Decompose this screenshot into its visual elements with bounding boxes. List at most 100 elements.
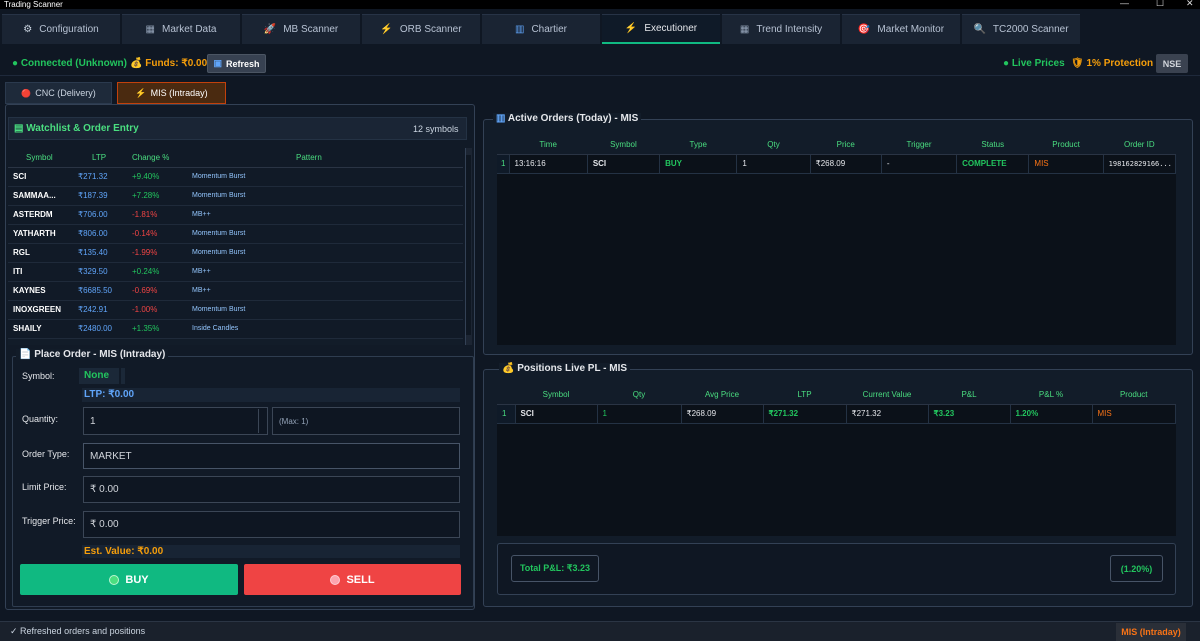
protection-badge: 🛡 1% Protection [1071, 58, 1154, 69]
tab-executioner[interactable]: ⚡ Executioner [602, 14, 720, 44]
tab-market-data[interactable]: ▦ Market Data [122, 14, 240, 44]
mode-badge: MIS (Intraday) [1116, 623, 1186, 641]
column-header[interactable]: Qty [736, 135, 811, 155]
buy-button[interactable]: BUY [20, 564, 238, 595]
trigger-price-input[interactable]: ₹ 0.00 [83, 511, 460, 538]
table-header-row: Time Symbol Type Qty Price Trigger Statu… [497, 135, 1176, 155]
watchlist-symbol: KAYNES [8, 281, 70, 301]
watchlist-row[interactable]: ITI ₹329.50 +0.24% MB++ [8, 262, 463, 282]
column-header[interactable]: Avg Price [681, 385, 763, 405]
column-header[interactable]: Product [1028, 135, 1104, 155]
watchlist-change: -1.81% [120, 205, 176, 225]
watchlist-row[interactable]: RGL ₹135.40 -1.99% Momentum Burst [8, 243, 463, 263]
column-header[interactable]: P&L [928, 385, 1010, 405]
exchange-button[interactable]: NSE [1156, 54, 1188, 73]
bar-chart-icon: ▥ [514, 24, 525, 35]
tab-market-monitor[interactable]: 🎯 Market Monitor [842, 14, 960, 44]
watchlist-overflow [8, 339, 463, 345]
table-row[interactable]: 1 13:16:16 SCI BUY 1 ₹268.09 - COMPLETE … [497, 154, 1177, 174]
column-header[interactable]: LTP [70, 148, 120, 168]
tab-configuration[interactable]: ⚙ Configuration [2, 14, 120, 44]
watchlist-row[interactable]: SAMMAA... ₹187.39 +7.28% Momentum Burst [8, 186, 463, 206]
watchlist-ltp: ₹187.39 [70, 186, 120, 206]
funds-display: 💰 Funds: ₹0.00 [130, 58, 208, 69]
refresh-button[interactable]: ▣ Refresh [207, 54, 266, 73]
buy-label: BUY [125, 573, 149, 586]
trigger-price-label: Trigger Price: [22, 516, 76, 526]
lightning-icon: ⚡ [624, 23, 638, 34]
status-bar: ● Connected (Unknown) 💰 Funds: ₹0.00 ▣ Re… [0, 52, 1200, 76]
active-orders-table: Time Symbol Type Qty Price Trigger Statu… [497, 135, 1177, 174]
tab-mb-scanner[interactable]: 🚀 MB Scanner [242, 14, 360, 44]
watchlist-pattern: Inside Candles [176, 319, 463, 339]
column-header[interactable]: Time [509, 135, 588, 155]
watchlist-row[interactable]: ASTERDM ₹706.00 -1.81% MB++ [8, 205, 463, 225]
place-order-title: 📄 Place Order - MIS (Intraday) [16, 349, 169, 360]
column-header[interactable]: Trigger [881, 135, 957, 155]
symbol-label: Symbol: [22, 371, 55, 381]
column-header[interactable]: LTP [763, 385, 846, 405]
column-header[interactable]: Product [1092, 385, 1176, 405]
limit-price-input[interactable]: ₹ 0.00 [83, 476, 460, 503]
total-pl-percent: (1.20%) [1110, 555, 1163, 582]
quantity-stepper[interactable] [258, 409, 267, 433]
tab-tc2000-scanner[interactable]: 🔍 TC2000 Scanner [962, 14, 1080, 44]
watchlist-change: +7.28% [120, 186, 176, 206]
column-header[interactable]: Type [659, 135, 737, 155]
position-pl-percent: 1.20% [1010, 404, 1093, 424]
tab-cnc-delivery[interactable]: 🔴 CNC (Delivery) [5, 82, 112, 104]
watchlist-symbol: INOXGREEN [8, 300, 70, 320]
positions-title: 💰 Positions Live PL - MIS [499, 363, 631, 374]
tab-label: MB Scanner [283, 24, 339, 35]
table-row[interactable]: 1 SCI 1 ₹268.09 ₹271.32 ₹271.32 ₹3.23 1.… [497, 404, 1176, 424]
active-orders-title-text: Active Orders (Today) - MIS [507, 113, 639, 124]
order-product: MIS [1028, 154, 1104, 174]
watchlist-row[interactable]: YATHARTH ₹806.00 -0.14% Momentum Burst [8, 224, 463, 244]
watchlist-ltp: ₹806.00 [70, 224, 120, 244]
watchlist-pattern: Momentum Burst [176, 300, 463, 320]
tab-chartier[interactable]: ▥ Chartier [482, 14, 600, 44]
watchlist-scrollbar-thumb[interactable] [466, 155, 471, 335]
target-icon: 🎯 [857, 24, 871, 35]
sell-button[interactable]: SELL [244, 564, 461, 595]
minimize-icon[interactable]: — [1120, 0, 1129, 8]
order-symbol: SCI [587, 154, 661, 174]
close-icon[interactable]: ✕ [1186, 0, 1194, 8]
watchlist-ltp: ₹6685.50 [70, 281, 120, 301]
column-header[interactable]: Pattern [176, 148, 463, 168]
tab-mis-intraday[interactable]: ⚡ MIS (Intraday) [117, 82, 226, 104]
maximize-icon[interactable]: ☐ [1156, 0, 1164, 8]
column-header[interactable]: Status [956, 135, 1029, 155]
tab-trend-intensity[interactable]: ▦ Trend Intensity [722, 14, 840, 44]
position-product: MIS [1092, 404, 1176, 424]
watchlist-pattern: Momentum Burst [176, 243, 463, 263]
watchlist-row[interactable]: SHAILY ₹2480.00 +1.35% Inside Candles [8, 319, 463, 339]
column-header[interactable]: Symbol [8, 148, 70, 168]
column-header[interactable]: Current Value [846, 385, 928, 405]
watchlist-row[interactable]: INOXGREEN ₹242.91 -1.00% Momentum Burst [8, 300, 463, 320]
column-header[interactable]: Symbol [515, 385, 597, 405]
max-quantity-hint: (Max: 1) [272, 407, 460, 435]
column-header[interactable]: Qty [597, 385, 681, 405]
watchlist-row[interactable]: KAYNES ₹6685.50 -0.69% MB++ [8, 281, 463, 301]
tab-label: Market Monitor [877, 24, 945, 35]
column-header[interactable]: Symbol [587, 135, 660, 155]
ltp-display: LTP: ₹0.00 [82, 388, 460, 402]
watchlist-row[interactable]: SCI ₹271.32 +9.40% Momentum Burst [8, 167, 463, 187]
column-header[interactable]: Price [810, 135, 882, 155]
column-header[interactable]: Change % [120, 148, 176, 168]
table-header-row: Symbol LTP Change % Pattern [8, 148, 463, 168]
tab-orb-scanner[interactable]: ⚡ ORB Scanner [362, 14, 480, 44]
quantity-label: Quantity: [22, 414, 59, 424]
watchlist-pattern: MB++ [176, 205, 463, 225]
column-header[interactable]: Order ID [1103, 135, 1176, 155]
watchlist-symbol: ITI [8, 262, 70, 282]
quantity-input[interactable]: 1 [83, 407, 268, 435]
order-type-select[interactable]: MARKET [83, 443, 460, 469]
symbol-spacer [121, 368, 125, 384]
refresh-label: Refresh [226, 58, 260, 69]
column-header[interactable]: P&L % [1010, 385, 1092, 405]
active-orders-title: ▥ Active Orders (Today) - MIS [493, 113, 642, 124]
green-circle-icon [109, 574, 120, 585]
watchlist-table: Symbol LTP Change % Pattern SCI ₹271.32 +9… [8, 148, 463, 339]
